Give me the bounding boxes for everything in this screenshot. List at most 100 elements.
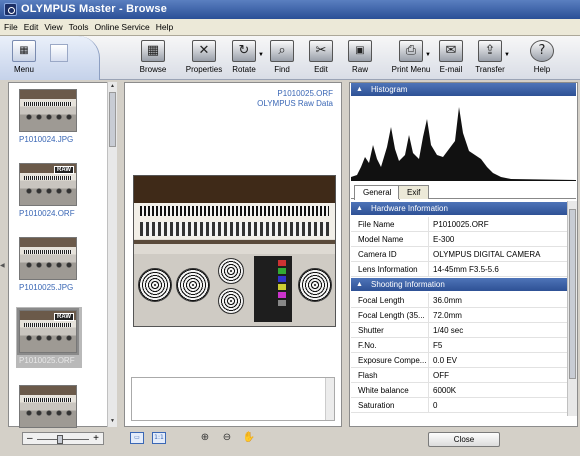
fit-window-icon[interactable]: ▭	[130, 432, 144, 444]
transfer-button[interactable]: ⇪ ▼ Transfer	[468, 38, 512, 78]
thumbnail-item[interactable]	[19, 385, 79, 428]
menu-panel[interactable]: ▦ Menu	[0, 36, 100, 80]
thumbnail-image[interactable]	[19, 89, 77, 132]
print-menu-button[interactable]: ⎙ ▼ Print Menu	[389, 38, 433, 78]
preview-file-info: P1010025.ORF OLYMPUS Raw Data	[257, 89, 333, 109]
raw-badge: RAW	[54, 313, 74, 321]
collapse-icon[interactable]: ▲	[356, 83, 363, 96]
properties-icon: ✕	[192, 40, 216, 62]
thumbnail-filename: P1010025.ORF	[19, 356, 75, 365]
find-button[interactable]: ⌕ Find	[260, 38, 304, 78]
menu-tools[interactable]: Tools	[69, 22, 89, 32]
collapse-icon[interactable]: ▲	[356, 202, 363, 215]
property-key: Focal Length	[358, 296, 405, 305]
thumbnail-image[interactable]: RAW	[17, 308, 79, 355]
shooting-info-title: Shooting Information	[371, 280, 445, 289]
transfer-icon: ⇪	[478, 40, 502, 62]
property-row: Flash OFF	[351, 368, 567, 383]
raw-label: Raw	[351, 65, 368, 74]
email-button[interactable]: ✉ E-mail	[429, 38, 473, 78]
menu-online-service[interactable]: Online Service	[94, 22, 149, 32]
preview-toolbar: ▭ 1:1 ⊕ ⊖ ✋	[124, 430, 342, 446]
close-button[interactable]: Close	[428, 432, 500, 447]
edit-button[interactable]: ✂ Edit	[299, 38, 343, 78]
collapse-menu-icon[interactable]	[50, 44, 68, 62]
preview-image[interactable]	[133, 175, 336, 327]
property-row: Lens Information 14-45mm F3.5-5.6	[351, 262, 567, 277]
edit-label: Edit	[314, 65, 328, 74]
property-row: Focal Length 36.0mm	[351, 293, 567, 308]
panel-collapse-handle[interactable]	[0, 82, 6, 427]
property-key: Focal Length (35...	[358, 311, 425, 320]
thumbnail-item[interactable]: RAW P1010024.ORF	[19, 163, 79, 218]
properties-label: Properties	[185, 65, 223, 74]
tab-general[interactable]: General	[354, 185, 401, 200]
tab-exif[interactable]: Exif	[398, 185, 430, 199]
thumbnail-scrollbar[interactable]: ▲ ▼	[107, 82, 117, 427]
thumbnail-filename: P1010024.JPG	[19, 135, 74, 144]
histogram-title: Histogram	[371, 85, 408, 94]
scroll-up-icon[interactable]: ▲	[109, 83, 116, 91]
menu-label: Menu	[13, 65, 34, 74]
property-row: Shutter 1/40 sec	[351, 323, 567, 338]
zoom-in-icon[interactable]: ⊕	[198, 432, 212, 444]
browse-button[interactable]: ▦ Browse	[131, 38, 175, 78]
shooting-info-header[interactable]: ▲ Shooting Information	[351, 278, 576, 291]
property-value: 14-45mm F3.5-5.6	[433, 265, 499, 274]
comment-scrollbar[interactable]	[325, 378, 334, 420]
hardware-info-header[interactable]: ▲ Hardware Information	[351, 202, 576, 215]
menu-help[interactable]: Help	[156, 22, 173, 32]
properties-button[interactable]: ✕ Properties	[182, 38, 226, 78]
email-icon: ✉	[439, 40, 463, 62]
thumbnail-item-selected[interactable]: RAW P1010025.ORF	[16, 307, 82, 368]
zoom-out-icon[interactable]: ⊖	[220, 432, 234, 444]
comment-textbox[interactable]	[131, 377, 335, 421]
menu-file[interactable]: File	[4, 22, 18, 32]
property-value: OLYMPUS DIGITAL CAMERA	[433, 250, 541, 259]
thumbnail-image[interactable]	[19, 385, 77, 428]
property-row: Exposure Compe... 0.0 EV	[351, 353, 567, 368]
edit-icon: ✂	[309, 40, 333, 62]
property-row: Focal Length (35... 72.0mm	[351, 308, 567, 323]
menu-view[interactable]: View	[44, 22, 62, 32]
properties-scrollbar[interactable]	[567, 201, 577, 416]
thumbnail-size-slider[interactable]: – +	[22, 432, 104, 445]
hand-tool-icon[interactable]: ✋	[242, 432, 256, 444]
find-label: Find	[274, 65, 290, 74]
raw-button[interactable]: ▣ Raw	[338, 38, 382, 78]
property-value: 1/40 sec	[433, 326, 464, 335]
collapse-icon[interactable]: ▲	[356, 278, 363, 291]
help-button[interactable]: ? Help	[520, 38, 564, 78]
property-row: White balance 6000K	[351, 383, 567, 398]
zoom-out-button[interactable]: –	[27, 433, 33, 444]
histogram-header[interactable]: ▲ Histogram	[351, 83, 576, 96]
scrollbar-thumb[interactable]	[109, 92, 116, 147]
property-row: File Name P1010025.ORF	[351, 217, 567, 232]
thumbnail-item[interactable]: P1010024.JPG	[19, 89, 79, 144]
property-key: File Name	[358, 220, 395, 229]
preview-panel: P1010025.ORF OLYMPUS Raw Data	[124, 82, 342, 427]
property-value: 36.0mm	[433, 296, 462, 305]
rotate-icon: ↻	[232, 40, 256, 62]
property-value: E-300	[433, 235, 455, 244]
thumbnail-filename: P1010025.JPG	[19, 283, 74, 292]
slider-knob[interactable]	[57, 435, 63, 444]
menu-bar: File Edit View Tools Online Service Help	[0, 19, 580, 36]
property-row: Saturation 0	[351, 398, 567, 413]
thumbnail-image[interactable]: RAW	[19, 163, 77, 206]
menu-edit[interactable]: Edit	[24, 22, 39, 32]
thumbnail-panel: P1010024.JPG RAW P1010024.ORF P1010025.J…	[8, 82, 117, 428]
thumbnail-item[interactable]: P1010025.JPG	[19, 237, 79, 292]
menu-button[interactable]: ▦ Menu	[2, 38, 46, 78]
properties-panel: ▲ Histogram General Exif ▲ Hardware Info…	[349, 82, 578, 427]
email-label: E-mail	[439, 65, 463, 74]
zoom-in-button[interactable]: +	[93, 433, 99, 444]
scrollbar-thumb[interactable]	[569, 209, 576, 379]
help-icon: ?	[530, 40, 554, 62]
scroll-down-icon[interactable]: ▼	[109, 418, 116, 426]
property-value: OFF	[433, 371, 449, 380]
browse-icon: ▦	[141, 40, 165, 62]
thumbnail-image[interactable]	[19, 237, 77, 280]
actual-size-icon[interactable]: 1:1	[152, 432, 166, 444]
transfer-dropdown-icon[interactable]: ▼	[504, 52, 510, 58]
